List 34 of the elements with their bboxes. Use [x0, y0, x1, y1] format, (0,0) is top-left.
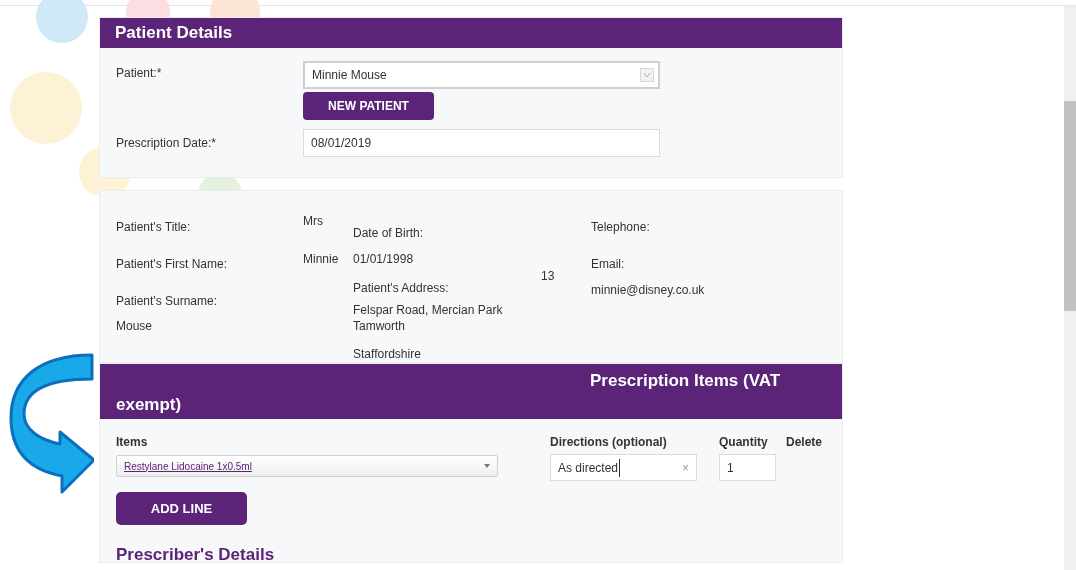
new-patient-button[interactable]: NEW PATIENT: [303, 92, 434, 120]
address-line: Tamworth: [353, 318, 406, 334]
field-label: Patient's First Name:: [116, 256, 228, 273]
field-value: Mouse: [116, 318, 154, 335]
field-label: Patient's Surname:: [116, 293, 218, 310]
quantity-field[interactable]: 1: [719, 454, 776, 481]
field-label: Prescription Date:*: [116, 135, 218, 152]
section-header: Prescription Items (VAT exempt): [100, 364, 842, 419]
date-field[interactable]: 08/01/2019: [303, 129, 660, 157]
address-line: Felspar Road, Mercian Park: [353, 302, 504, 318]
patient-select[interactable]: Minnie Mouse: [303, 61, 660, 89]
field-value: minnie@disney.co.uk: [591, 282, 705, 299]
field-value: Minnie: [303, 251, 340, 268]
add-line-button[interactable]: ADD LINE: [116, 492, 247, 525]
item-select[interactable]: Restylane Lidocaine 1x0.5ml: [116, 455, 498, 477]
dropdown-arrow-icon: [484, 464, 490, 468]
column-heading: Directions (optional): [550, 434, 668, 451]
field-label: Telephone:: [591, 219, 651, 236]
section-title: Prescriber's Details: [116, 544, 276, 566]
column-heading: Quantity: [719, 434, 769, 451]
field-label: Patient:*: [116, 65, 163, 82]
column-heading: Delete: [786, 434, 823, 451]
field-value: 13: [541, 268, 556, 285]
column-heading: Items: [116, 434, 149, 451]
directions-field[interactable]: As directed ×: [550, 454, 697, 481]
scrollbar-thumb[interactable]: [1064, 101, 1076, 311]
address-line: Staffordshire: [353, 347, 422, 362]
field-label: Date of Birth:: [353, 225, 425, 242]
field-label: Patient's Title:: [116, 219, 192, 236]
field-label: Patient's Address:: [353, 280, 450, 297]
field-value: Mrs: [303, 213, 324, 230]
field-label: Email:: [591, 256, 626, 273]
field-value: 01/01/1998: [353, 251, 415, 268]
section-header: Patient Details: [100, 18, 842, 48]
